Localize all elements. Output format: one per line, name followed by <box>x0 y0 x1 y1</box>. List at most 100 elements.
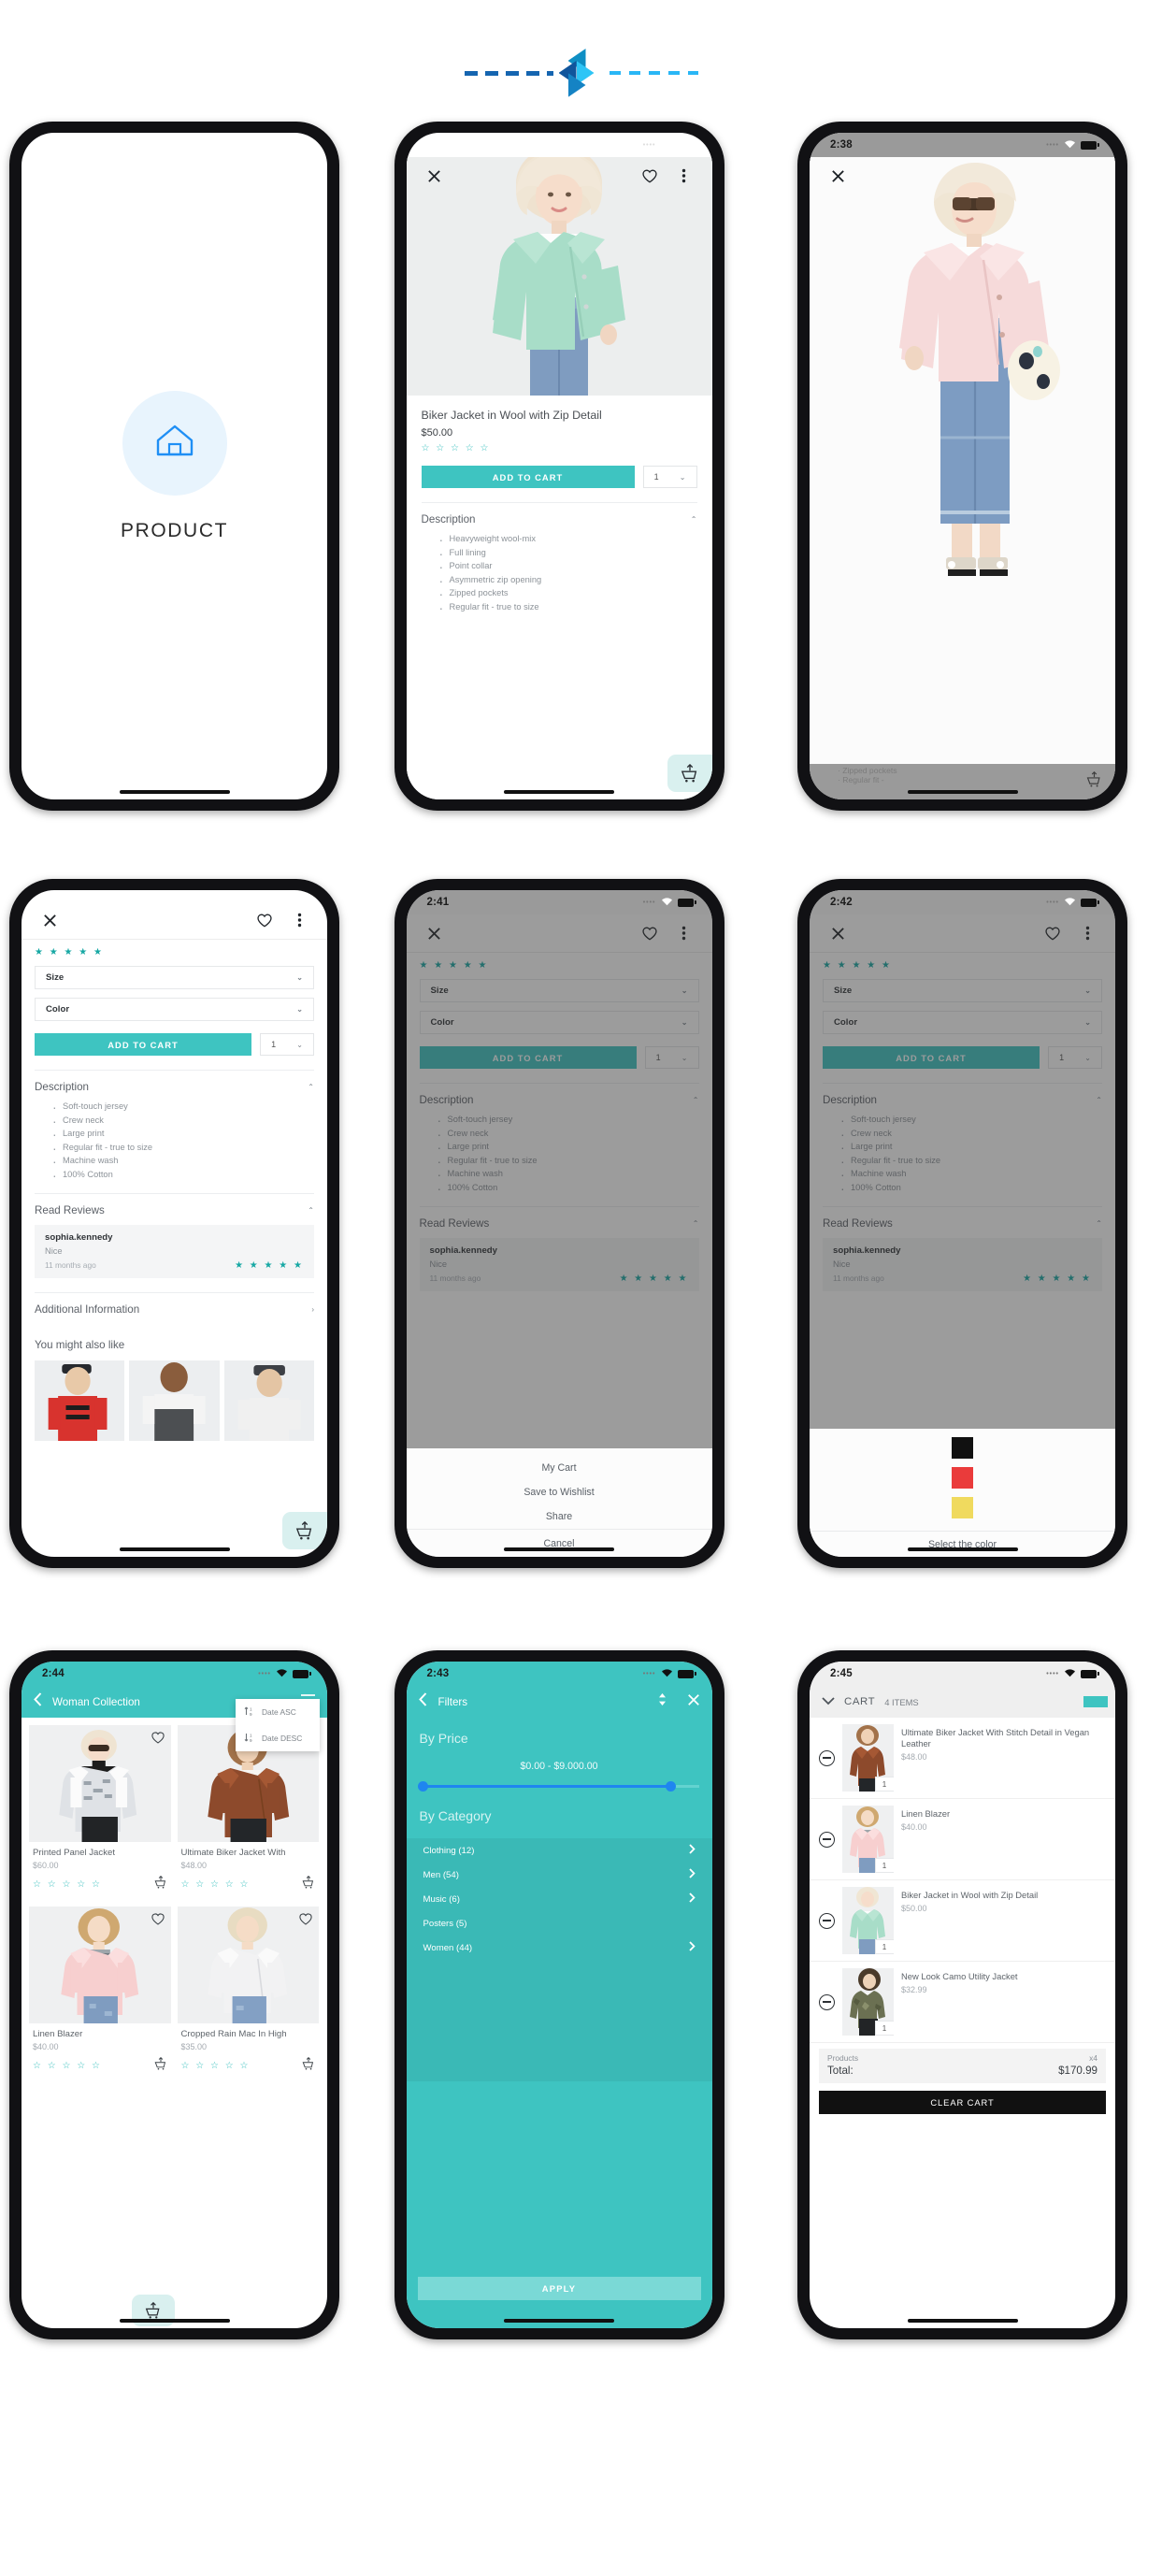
more-vertical-icon[interactable] <box>286 907 312 933</box>
color-swatch-list <box>810 1429 1115 1531</box>
remove-item-button[interactable] <box>819 1912 835 1929</box>
category-row-men[interactable]: Men (54) <box>407 1863 712 1887</box>
product-card[interactable]: Printed Panel Jacket $60.00 ☆ ☆ ☆ ☆ ☆ <box>29 1725 171 1900</box>
sheet-item-my-cart[interactable]: My Cart <box>407 1456 712 1480</box>
status-bar: 2:38 •••• <box>810 133 1115 157</box>
quantity-stepper[interactable]: 1 ⌄ <box>875 1858 894 1873</box>
rating-stars[interactable]: ☆ ☆ ☆ ☆ ☆ <box>181 2061 251 2071</box>
reviews-section-header[interactable]: Read Reviews ⌃ <box>35 1192 314 1216</box>
quantity-stepper[interactable]: 1 ⌄ <box>642 466 697 488</box>
color-swatch-black[interactable] <box>952 1437 973 1459</box>
color-swatch-red[interactable] <box>952 1467 973 1489</box>
filters-appbar: Filters <box>407 1686 712 1718</box>
price-range-slider[interactable] <box>417 1781 699 1792</box>
clear-cart-button[interactable]: CLEAR CART <box>819 2091 1106 2114</box>
sheet-item-share[interactable]: Share <box>407 1504 712 1529</box>
additional-info-section-header[interactable]: Additional Information › <box>35 1291 314 1316</box>
cart-item-price: $40.00 <box>901 1822 927 1833</box>
heart-icon[interactable] <box>299 1913 312 1930</box>
dashed-line-left <box>464 70 553 76</box>
category-row-clothing[interactable]: Clothing (12) <box>407 1838 712 1863</box>
phone-frame-filters: 2:43 •••• Filters By Price $0.00 - $9.00… <box>394 1650 724 2339</box>
quantity-stepper[interactable]: 1 ⌄ <box>260 1033 314 1056</box>
color-swatch-yellow[interactable] <box>952 1497 973 1518</box>
cart-item-name: Linen Blazer <box>901 1808 951 1819</box>
status-indicators: •••• <box>643 1668 696 1680</box>
product-card[interactable]: Ultimate Biker Jacket With $48.00 ☆ ☆ ☆ … <box>177 1725 319 1900</box>
chevron-left-icon[interactable] <box>34 1692 42 1711</box>
close-icon[interactable] <box>422 163 448 189</box>
review-date: 11 months ago <box>45 1260 96 1270</box>
chevron-down-icon[interactable] <box>822 1693 835 1710</box>
related-products <box>35 1360 314 1441</box>
wifi-icon <box>1064 1668 1076 1680</box>
page-title: CART <box>844 1696 876 1707</box>
sheet-item-save-to-wishlist[interactable]: Save to Wishlist <box>407 1480 712 1504</box>
add-to-cart-icon[interactable] <box>154 1875 167 1893</box>
heart-icon[interactable] <box>151 1732 165 1749</box>
quantity-value: 1 <box>882 1942 887 1951</box>
heart-icon[interactable] <box>151 1913 165 1930</box>
status-bar: 2:36 •••• <box>407 133 712 157</box>
screen-image-viewer: 2:38 •••• · Zipped pockets · Regular fit… <box>810 133 1115 799</box>
close-icon[interactable] <box>687 1693 700 1711</box>
category-row-women[interactable]: Women (44) <box>407 1936 712 1960</box>
brand-logo <box>464 49 698 97</box>
category-row-posters[interactable]: Posters (5) <box>407 1911 712 1936</box>
related-product-card[interactable] <box>129 1360 220 1441</box>
rating-stars[interactable]: ☆ ☆ ☆ ☆ ☆ <box>33 1879 102 1890</box>
chevron-left-icon[interactable] <box>418 1692 427 1711</box>
checkout-button[interactable] <box>1083 1696 1108 1707</box>
zoomed-product-image[interactable] <box>810 157 1115 764</box>
quantity-stepper[interactable]: 1 ⌄ <box>875 2021 894 2036</box>
filters-page: 2:43 •••• Filters By Price $0.00 - $9.00… <box>406 1662 712 2328</box>
rating-stars[interactable]: ★ ★ ★ ★ ★ <box>35 947 314 957</box>
review-text: Nice <box>45 1245 63 1256</box>
description-section-header[interactable]: Description ⌃ <box>35 1070 314 1093</box>
wifi-icon <box>661 1668 673 1680</box>
quantity-stepper[interactable]: 1 ⌄ <box>875 1777 894 1792</box>
related-product-card[interactable] <box>35 1360 125 1441</box>
more-vertical-icon[interactable] <box>671 163 697 189</box>
apply-button[interactable]: APPLY <box>417 2277 701 2300</box>
add-to-cart-icon[interactable] <box>1086 770 1102 792</box>
related-product-card[interactable] <box>223 1360 314 1441</box>
close-icon[interactable] <box>825 163 851 189</box>
slider-knob-max[interactable] <box>665 1781 676 1792</box>
quantity-stepper[interactable]: 1 ⌄ <box>875 1939 894 1954</box>
add-to-cart-icon[interactable] <box>302 2056 315 2075</box>
product-card[interactable]: Linen Blazer $40.00 ☆ ☆ ☆ ☆ ☆ <box>29 1907 171 2081</box>
status-time: 2:43 <box>426 1668 450 1679</box>
category-row-music[interactable]: Music (6) <box>407 1887 712 1911</box>
sort-desc-icon: 19 <box>244 1732 255 1745</box>
add-to-cart-icon[interactable] <box>154 2056 167 2075</box>
remove-item-button[interactable] <box>819 1749 835 1766</box>
remove-item-button[interactable] <box>819 1993 835 2010</box>
rating-stars[interactable]: ☆ ☆ ☆ ☆ ☆ <box>422 443 697 453</box>
add-to-cart-fab[interactable] <box>667 755 712 792</box>
signal-dots-icon: •••• <box>642 141 656 149</box>
sort-menu-item-date-desc[interactable]: 19 Date DESC <box>236 1725 320 1751</box>
product-card[interactable]: Cropped Rain Mac In High $35.00 ☆ ☆ ☆ ☆ … <box>177 1907 319 2081</box>
remove-item-button[interactable] <box>819 1831 835 1848</box>
heart-icon[interactable] <box>637 163 663 189</box>
wifi-icon <box>661 139 673 151</box>
rating-stars[interactable]: ☆ ☆ ☆ ☆ ☆ <box>181 1879 251 1890</box>
cart-item-name: Biker Jacket in Wool with Zip Detail <box>901 1890 1039 1900</box>
heart-icon[interactable] <box>251 907 278 933</box>
slider-knob-min[interactable] <box>417 1781 428 1792</box>
add-to-cart-icon[interactable] <box>302 1875 315 1893</box>
cell-color-picker: 2:42 •••• ★ ★ ★ ★ ★ Size ⌄ Color ⌄ ADD T… <box>797 879 1162 1650</box>
color-select[interactable]: Color ⌄ <box>35 998 314 1021</box>
add-to-cart-fab[interactable] <box>282 1512 327 1549</box>
close-icon[interactable] <box>36 907 63 933</box>
add-to-cart-button[interactable]: ADD TO CART <box>35 1033 251 1056</box>
rating-stars[interactable]: ☆ ☆ ☆ ☆ ☆ <box>33 2061 102 2071</box>
description-section-header[interactable]: Description ⌃ <box>421 502 697 525</box>
detail-scroll-body: ★ ★ ★ ★ ★ Size ⌄ Color ⌄ ADD TO CART 1 ⌄ <box>22 939 327 1557</box>
sort-menu-item-date-asc[interactable]: 19 Date ASC <box>236 1699 320 1725</box>
sort-updown-icon[interactable] <box>657 1692 667 1711</box>
sheet-item-cancel[interactable]: Cancel <box>406 1529 712 1557</box>
size-select[interactable]: Size ⌄ <box>35 966 314 989</box>
add-to-cart-button[interactable]: ADD TO CART <box>421 466 635 488</box>
